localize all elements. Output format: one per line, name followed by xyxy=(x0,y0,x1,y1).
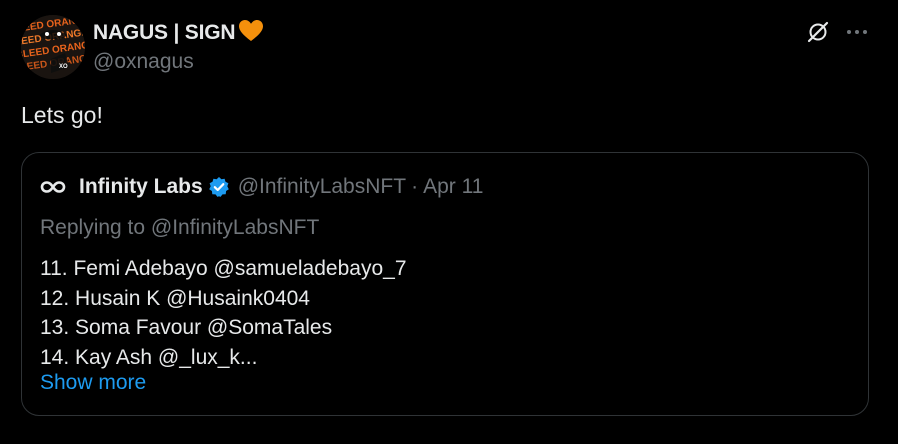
author-display-name[interactable]: NAGUS | SIGN xyxy=(93,21,236,45)
quoted-text-line: 14. Kay Ash @_lux_k... xyxy=(40,345,258,369)
replying-to: Replying to @InfinityLabsNFT xyxy=(40,216,320,239)
quoted-tweet-header: Infinity Labs @InfinityLabsNFT · Apr 11 xyxy=(40,175,483,199)
tweet-text: Lets go! xyxy=(21,102,103,128)
quoted-text-line: 11. Femi Adebayo @samueladebayo_7 xyxy=(40,257,407,280)
quoted-date[interactable]: Apr 11 xyxy=(423,175,483,199)
show-more-link[interactable]: Show more xyxy=(40,371,146,395)
quoted-handle[interactable]: @InfinityLabsNFT xyxy=(238,175,406,199)
verified-badge-icon[interactable] xyxy=(208,176,230,198)
avatar-badge: XO xyxy=(59,64,68,70)
quoted-tweet[interactable]: Infinity Labs @InfinityLabsNFT · Apr 11 … xyxy=(21,152,869,416)
separator-dot: · xyxy=(411,175,419,198)
quoted-tweet-text: 11. Femi Adebayo @samueladebayo_7 12. Hu… xyxy=(40,254,407,372)
avatar[interactable]: BLEED ORANGE BLEED ORANGE BLEED ORANGE B… xyxy=(21,15,85,79)
infinity-logo-icon[interactable] xyxy=(40,177,66,197)
author-handle[interactable]: @oxnagus xyxy=(93,50,194,74)
orange-heart-icon xyxy=(238,19,264,48)
author-name-row[interactable]: NAGUS | SIGN xyxy=(93,18,264,48)
quoted-text-line: 13. Soma Favour @SomaTales xyxy=(40,316,333,339)
tweet[interactable]: BLEED ORANGE BLEED ORANGE BLEED ORANGE B… xyxy=(0,0,898,444)
more-horizontal-icon[interactable] xyxy=(844,20,870,44)
grok-slash-icon[interactable] xyxy=(806,20,830,44)
quoted-text-line: 12. Husain K @Husaink0404 xyxy=(40,286,310,310)
quoted-display-name[interactable]: Infinity Labs xyxy=(79,175,203,199)
